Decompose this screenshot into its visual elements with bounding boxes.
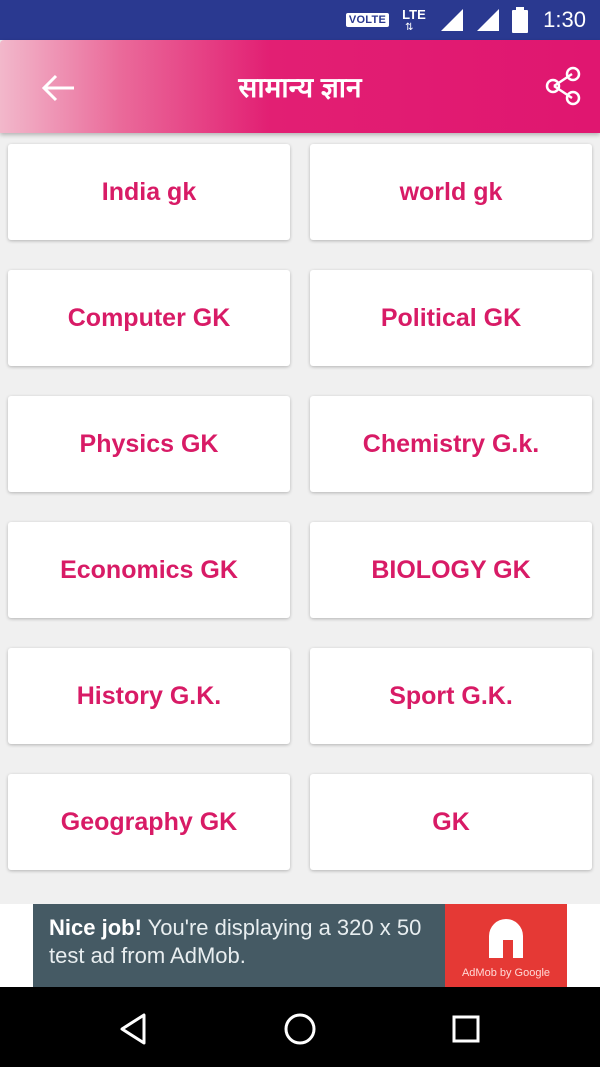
ad-banner[interactable]: Nice job! You're displaying a 320 x 50 t… (33, 904, 567, 987)
category-label: Sport G.K. (389, 681, 513, 710)
category-label: Computer GK (67, 303, 231, 332)
category-label: Physics GK (79, 429, 219, 458)
category-card-india-gk[interactable]: India gk (8, 144, 290, 240)
category-label: Chemistry G.k. (362, 429, 540, 458)
nav-recents-button[interactable] (444, 1007, 488, 1051)
category-label: History G.K. (76, 681, 222, 710)
category-card-biology-gk[interactable]: BIOLOGY GK (310, 522, 592, 618)
category-card-economics-gk[interactable]: Economics GK (8, 522, 290, 618)
ad-area: Nice job! You're displaying a 320 x 50 t… (0, 904, 600, 987)
category-card-history-gk[interactable]: History G.K. (8, 648, 290, 744)
category-label: Economics GK (60, 555, 238, 584)
signal-icon (441, 9, 464, 31)
lte-icon: LTE ⇅ (399, 5, 429, 35)
category-card-geography-gk[interactable]: Geography GK (8, 774, 290, 870)
app-bar: सामान्य ज्ञान (0, 40, 600, 133)
back-button[interactable] (36, 66, 80, 110)
category-card-chemistry-gk[interactable]: Chemistry G.k. (310, 396, 592, 492)
ad-headline: Nice job! (49, 915, 142, 940)
status-bar: VOLTE LTE ⇅ 1:30 (0, 0, 600, 40)
nav-home-button[interactable] (278, 1007, 322, 1051)
admob-logo: AdMob by Google (445, 904, 567, 987)
category-card-world-gk[interactable]: world gk (310, 144, 592, 240)
category-label: BIOLOGY GK (371, 555, 531, 584)
data-arrows-icon: ⇅ (405, 22, 414, 33)
category-label: world gk (399, 177, 503, 206)
signal-icon-2 (477, 9, 500, 31)
admob-icon (489, 919, 523, 958)
triangle-back-icon (120, 1013, 146, 1045)
share-button[interactable] (542, 64, 586, 108)
category-card-gk[interactable]: GK (310, 774, 592, 870)
category-card-political-gk[interactable]: Political GK (310, 270, 592, 366)
circle-home-icon (284, 1013, 316, 1045)
ad-text: Nice job! You're displaying a 320 x 50 t… (33, 904, 445, 987)
category-label: Political GK (380, 303, 522, 332)
category-card-sport-gk[interactable]: Sport G.K. (310, 648, 592, 744)
page-title: सामान्य ज्ञान (238, 71, 362, 103)
lte-label: LTE (402, 7, 426, 22)
navigation-bar (0, 987, 600, 1067)
battery-icon (512, 7, 529, 33)
square-recents-icon (452, 1015, 480, 1043)
category-card-computer-gk[interactable]: Computer GK (8, 270, 290, 366)
nav-back-button[interactable] (112, 1007, 156, 1051)
category-label: Geography GK (60, 807, 238, 836)
arrow-left-icon (41, 74, 74, 102)
admob-caption: AdMob by Google (461, 967, 551, 979)
category-label: India gk (101, 177, 197, 206)
share-icon (545, 66, 581, 106)
category-label: GK (432, 807, 470, 836)
volte-badge: VOLTE (345, 13, 390, 27)
category-card-physics-gk[interactable]: Physics GK (8, 396, 290, 492)
status-icons: VOLTE LTE ⇅ 1:30 (345, 0, 586, 40)
clock: 1:30 (543, 7, 586, 32)
category-grid: India gk world gk Computer GK Political … (8, 144, 592, 870)
